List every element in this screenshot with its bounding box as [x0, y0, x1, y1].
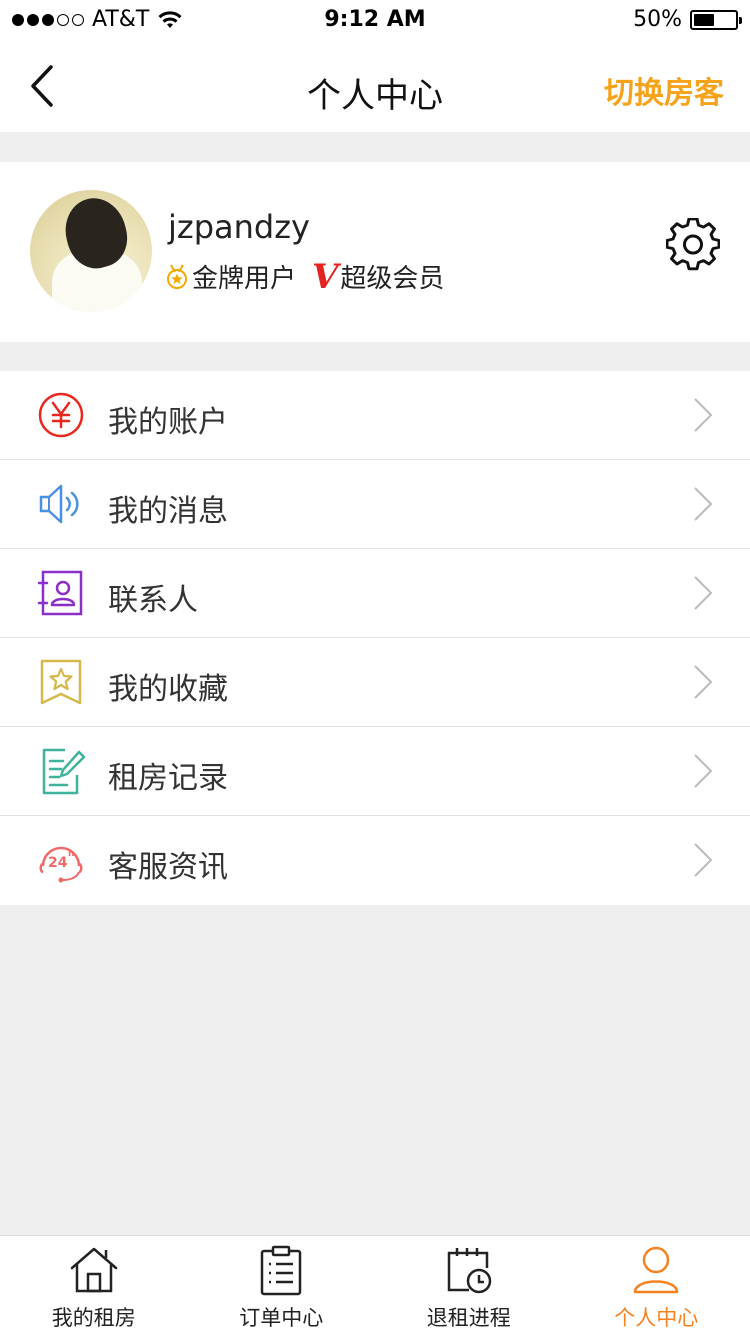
menu-item-customer-service[interactable]: 24 h 客服资讯	[0, 816, 750, 905]
contacts-icon	[37, 570, 83, 616]
tab-label: 个人中心	[614, 1306, 699, 1330]
switch-tenant-button[interactable]: 切换房客	[604, 68, 724, 112]
menu-list: 我的账户 我的消息 联系人 我的收藏 租房记录 24 h 客服资讯	[0, 371, 750, 905]
member-badges: 金牌用户 V 超级会员	[166, 258, 444, 295]
menu-item-label: 我的收藏	[108, 672, 228, 707]
status-bar: AT&T 9:12 AM 50%	[0, 0, 750, 40]
navigation-bar: 个人中心 切换房客	[0, 40, 750, 132]
svg-text:24: 24	[48, 855, 68, 871]
headset-24h-icon: 24 h	[39, 846, 83, 883]
document-edit-icon	[42, 748, 85, 795]
menu-item-label: 客服资讯	[108, 850, 228, 885]
tab-personal-center[interactable]: 个人中心	[563, 1236, 750, 1334]
menu-item-label: 租房记录	[108, 761, 228, 796]
menu-item-account[interactable]: 我的账户	[0, 371, 750, 460]
tab-label: 退租进程	[426, 1306, 511, 1330]
gold-user-label: 金牌用户	[192, 264, 297, 294]
speaker-icon	[39, 484, 79, 524]
star-bookmark-icon	[40, 659, 82, 705]
tab-bar: 我的租房 订单中心 退租进程 个人中心	[0, 1235, 750, 1334]
tab-label: 我的租房	[51, 1306, 136, 1330]
menu-item-messages[interactable]: 我的消息	[0, 460, 750, 549]
svg-text:h: h	[68, 849, 74, 859]
avatar[interactable]	[30, 190, 152, 312]
battery-icon	[690, 9, 742, 30]
menu-item-label: 我的账户	[108, 405, 228, 440]
username: jzpandzy	[168, 208, 310, 246]
chevron-right-icon	[694, 754, 713, 788]
menu-item-favorites[interactable]: 我的收藏	[0, 638, 750, 727]
status-right: 50%	[633, 7, 742, 32]
menu-item-contacts[interactable]: 联系人	[0, 549, 750, 638]
person-icon	[634, 1246, 679, 1294]
vip-member-label: 超级会员	[340, 264, 445, 294]
chevron-right-icon	[694, 576, 713, 610]
profile-card[interactable]: jzpandzy 金牌用户 V 超级会员	[0, 162, 750, 342]
chevron-right-icon	[694, 843, 713, 877]
tab-label: 订单中心	[239, 1306, 324, 1330]
menu-item-label: 联系人	[108, 583, 198, 618]
vip-mark: V	[312, 256, 339, 297]
house-icon	[70, 1247, 117, 1293]
gold-medal-icon	[167, 264, 187, 289]
chevron-right-icon	[694, 398, 713, 432]
menu-item-label: 我的消息	[108, 494, 228, 529]
chevron-right-icon	[694, 487, 713, 521]
clipboard-list-icon	[261, 1245, 302, 1296]
tab-my-rental[interactable]: 我的租房	[0, 1236, 188, 1334]
yen-icon	[38, 392, 84, 438]
tab-order-center[interactable]: 订单中心	[188, 1236, 376, 1334]
menu-item-rental-records[interactable]: 租房记录	[0, 727, 750, 816]
gear-icon[interactable]	[666, 218, 720, 272]
battery-percent: 50%	[633, 7, 682, 32]
tab-checkout-progress[interactable]: 退租进程	[375, 1236, 563, 1334]
chevron-right-icon	[694, 665, 713, 699]
calendar-clock-icon	[447, 1248, 491, 1294]
